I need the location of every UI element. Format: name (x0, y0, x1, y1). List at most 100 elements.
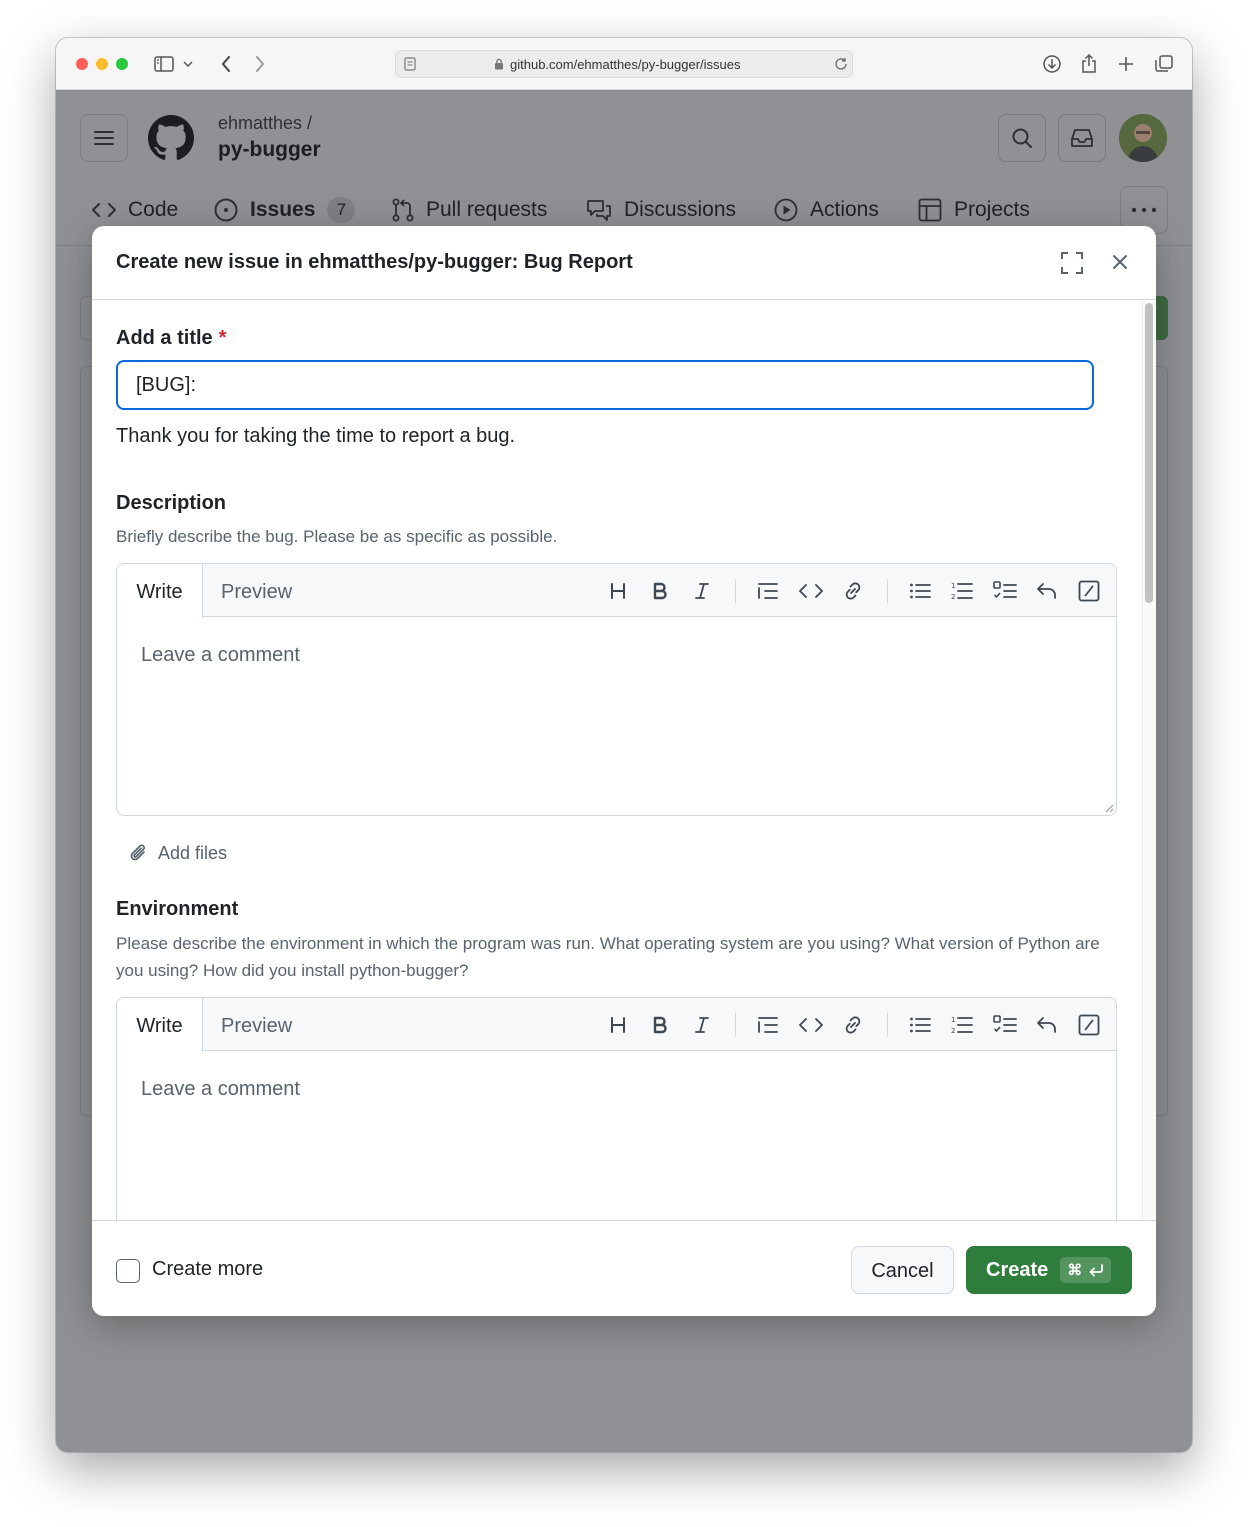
ordered-list-icon[interactable]: 12 (947, 576, 977, 606)
browser-titlebar: github.com/ehmatthes/py-bugger/issues (56, 38, 1192, 90)
fullscreen-icon[interactable] (1055, 246, 1089, 280)
comment-textarea[interactable]: Leave a comment (141, 644, 300, 667)
cancel-button[interactable]: Cancel (851, 1246, 954, 1294)
inbox-button[interactable] (1058, 114, 1106, 162)
github-logo-icon[interactable] (148, 115, 194, 161)
share-icon[interactable] (1077, 52, 1101, 76)
toolbar-divider (887, 1013, 888, 1037)
forward-icon[interactable] (248, 52, 272, 76)
create-more-label[interactable]: Create more (152, 1258, 263, 1281)
lock-icon (494, 58, 504, 70)
zoom-window-button[interactable] (116, 58, 128, 70)
dialog-footer: Create more Cancel Create ⌘ (92, 1220, 1156, 1316)
dialog-body: Add a title* Thank you for taking the ti… (92, 301, 1156, 1220)
svg-text:2: 2 (951, 1027, 955, 1035)
title-input[interactable] (116, 360, 1094, 410)
tab-label: Code (128, 198, 178, 222)
toolbar-divider (735, 579, 736, 603)
slash-command-icon[interactable] (1074, 576, 1104, 606)
add-files-button[interactable]: Add files (128, 838, 227, 868)
keyboard-shortcut: ⌘ (1060, 1257, 1111, 1283)
new-tab-icon[interactable] (1114, 52, 1138, 76)
unordered-list-icon[interactable] (905, 1010, 935, 1040)
create-button[interactable]: Create ⌘ (966, 1246, 1132, 1294)
italic-icon[interactable] (687, 1010, 717, 1040)
environment-help-text: Please describe the environment in which… (116, 930, 1106, 984)
download-icon[interactable] (1040, 52, 1064, 76)
minimize-window-button[interactable] (96, 58, 108, 70)
heading-icon[interactable] (603, 1010, 633, 1040)
toolbar-divider (887, 579, 888, 603)
close-window-button[interactable] (76, 58, 88, 70)
reply-icon[interactable] (1032, 576, 1062, 606)
issue-opened-icon (214, 198, 238, 222)
resize-handle-icon[interactable] (1104, 803, 1114, 813)
tab-pull-requests[interactable]: Pull requests (392, 197, 547, 223)
link-icon[interactable] (838, 576, 868, 606)
repo-owner-link[interactable]: ehmatthes / (218, 113, 312, 134)
quote-icon[interactable] (753, 1010, 783, 1040)
tab-discussions[interactable]: Discussions (586, 197, 736, 223)
table-icon (918, 198, 942, 222)
reply-icon[interactable] (1032, 1010, 1062, 1040)
toolbar-divider (735, 1013, 736, 1037)
environment-label: Environment (116, 898, 238, 921)
dialog-title: Create new issue in ehmatthes/py-bugger:… (116, 251, 633, 274)
chevron-down-icon[interactable] (180, 52, 196, 76)
tab-label: Projects (954, 198, 1030, 222)
avatar[interactable] (1119, 114, 1167, 162)
tab-issues[interactable]: Issues 7 (214, 197, 355, 223)
issue-count-badge: 7 (327, 197, 355, 223)
title-field-label: Add a title* (116, 327, 226, 350)
tab-label: Discussions (624, 198, 736, 222)
bold-icon[interactable] (645, 1010, 675, 1040)
tab-label: Pull requests (426, 198, 547, 222)
code-icon (92, 202, 116, 218)
description-editor: Write Preview 12 Leave a commen (116, 563, 1117, 816)
create-issue-dialog: Create new issue in ehmatthes/py-bugger:… (92, 226, 1156, 1316)
environment-editor: Write Preview 12 Leave a commen (116, 997, 1117, 1220)
ordered-list-icon[interactable]: 12 (947, 1010, 977, 1040)
preview-tab[interactable]: Preview (221, 998, 292, 1051)
code-icon[interactable] (796, 1010, 826, 1040)
comment-textarea[interactable]: Leave a comment (141, 1078, 300, 1101)
close-icon[interactable] (1103, 245, 1137, 279)
tab-overview-icon[interactable] (1152, 52, 1176, 76)
tab-projects[interactable]: Projects (918, 197, 1030, 223)
svg-text:1: 1 (951, 582, 955, 590)
task-list-icon[interactable] (990, 1010, 1020, 1040)
back-icon[interactable] (214, 52, 238, 76)
link-icon[interactable] (838, 1010, 868, 1040)
template-intro-text: Thank you for taking the time to report … (116, 425, 515, 448)
command-key-icon: ⌘ (1067, 1261, 1082, 1279)
tab-code[interactable]: Code (92, 197, 178, 223)
unordered-list-icon[interactable] (905, 576, 935, 606)
preview-tab[interactable]: Preview (221, 564, 292, 617)
create-more-checkbox[interactable] (116, 1259, 140, 1283)
svg-text:2: 2 (951, 593, 955, 601)
page-icon (404, 57, 416, 71)
italic-icon[interactable] (687, 576, 717, 606)
write-tab[interactable]: Write (117, 998, 203, 1052)
address-bar[interactable]: github.com/ehmatthes/py-bugger/issues (395, 50, 853, 78)
hamburger-menu-button[interactable] (80, 114, 128, 162)
tab-actions[interactable]: Actions (774, 197, 879, 223)
browser-window: github.com/ehmatthes/py-bugger/issues (56, 38, 1192, 1452)
repo-name-link[interactable]: py-bugger (218, 138, 321, 162)
heading-icon[interactable] (603, 576, 633, 606)
code-icon[interactable] (796, 576, 826, 606)
reload-icon[interactable] (834, 57, 848, 71)
comment-discussion-icon (586, 198, 612, 222)
description-label: Description (116, 492, 226, 515)
quote-icon[interactable] (753, 576, 783, 606)
bold-icon[interactable] (645, 576, 675, 606)
slash-command-icon[interactable] (1074, 1010, 1104, 1040)
task-list-icon[interactable] (990, 576, 1020, 606)
create-button-label: Create (986, 1259, 1048, 1282)
sidebar-toggle-icon[interactable] (152, 52, 176, 76)
write-tab[interactable]: Write (117, 564, 203, 618)
dialog-scrollbar-thumb[interactable] (1145, 303, 1153, 603)
git-pull-request-icon (392, 198, 414, 222)
search-button[interactable] (998, 114, 1046, 162)
url-text: github.com/ehmatthes/py-bugger/issues (510, 57, 741, 72)
